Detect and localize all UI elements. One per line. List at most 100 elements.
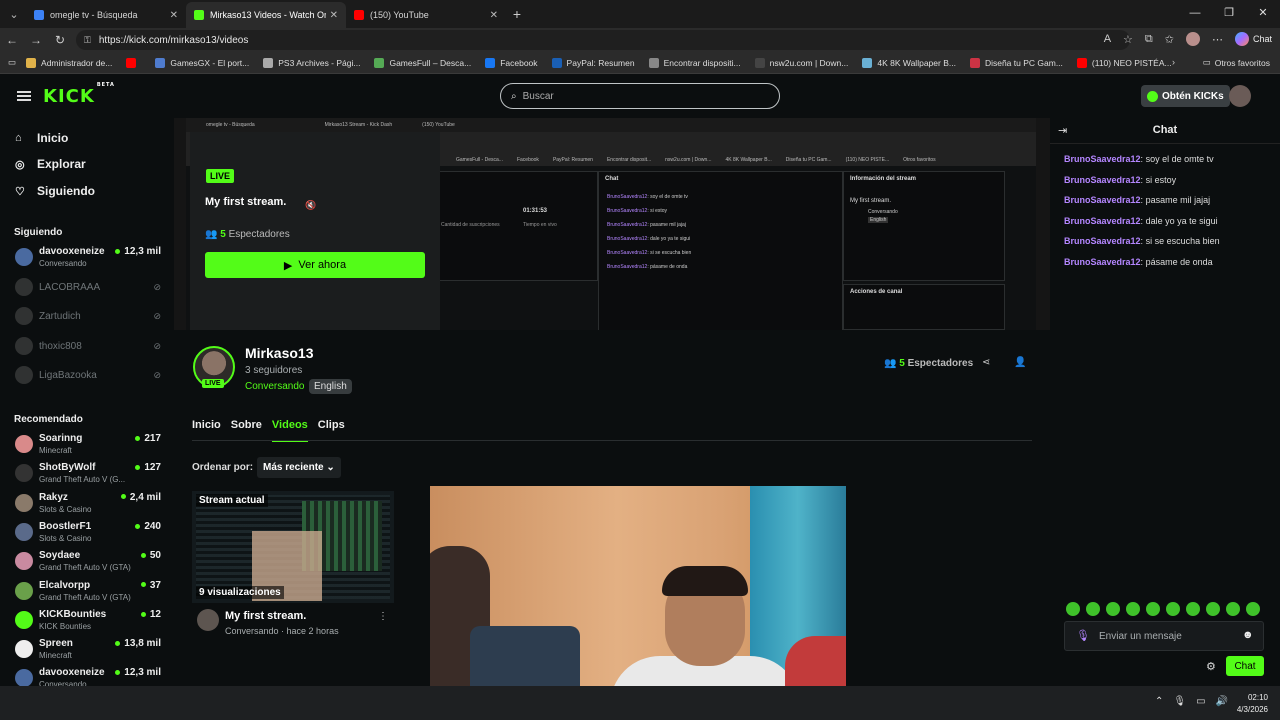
kick-logo[interactable]: KICKBETA [43, 82, 115, 107]
close-tab-icon[interactable]: ✕ [170, 10, 178, 21]
channel-language-tag[interactable]: English [309, 379, 352, 394]
url-input[interactable]: ⚿ https://kick.com/mirkaso13/videos [76, 30, 1130, 50]
chat-username[interactable]: BrunoSaavedra12 [1064, 154, 1141, 164]
emote-icon[interactable] [1206, 602, 1220, 616]
emoji-icon[interactable]: ☻ [1242, 629, 1254, 641]
copilot-button[interactable]: Chat [1234, 32, 1272, 46]
sidebar-channel[interactable]: davooxeneize Conversando 12,3 mil [15, 667, 165, 686]
emote-icon[interactable] [1146, 602, 1160, 616]
bookmark-item[interactable]: Diseña tu PC Gam... [969, 57, 1063, 68]
microphone-icon[interactable]: 🎙 [1076, 629, 1090, 642]
get-kicks-button[interactable]: Obtén KICKs [1141, 85, 1230, 107]
network-icon[interactable]: ▭ [1196, 696, 1205, 707]
more-options-icon[interactable]: ⋯ [1212, 33, 1223, 46]
sidebar-channel[interactable]: LACOBRAAA ⊘ [15, 276, 165, 304]
sidebar-channel[interactable]: Elcalvorpp Grand Theft Auto V (GTA) 37 [15, 580, 165, 608]
stream-player[interactable]: omegle tv - Búsqueda Mirkaso13 Stream - … [174, 118, 1050, 330]
emote-icon[interactable] [1246, 602, 1260, 616]
sidebar-channel[interactable]: davooxeneize Conversando 12,3 mil [15, 246, 165, 274]
sidebar-channel[interactable]: BoostlerF1 Slots & Casino 240 [15, 521, 165, 549]
video-title[interactable]: My first stream. [225, 610, 306, 622]
more-vertical-icon[interactable]: ⋮ [378, 611, 388, 622]
tab-clips[interactable]: Clips [318, 419, 345, 442]
clock[interactable]: 02:10 4/3/2026 [1228, 692, 1268, 716]
muted-icon[interactable]: 🔇 [305, 200, 316, 211]
emote-icon[interactable] [1086, 602, 1100, 616]
tab-videos[interactable]: Videos [271, 419, 308, 442]
bookmark-item[interactable]: (110) NEO PISTÉA... [1076, 57, 1172, 68]
sidebar-channel[interactable]: Spreen Minecraft 13,8 mil [15, 638, 165, 666]
sidebar-channel[interactable]: thoxic808 ⊘ [15, 335, 165, 363]
sidebar-item-siguiendo[interactable]: ♡ Siguiendo [15, 184, 95, 198]
bookmark-item[interactable] [126, 57, 141, 68]
chevron-up-icon[interactable]: ⌃ [1155, 696, 1163, 707]
other-favorites[interactable]: ▭ Otros favoritos [1203, 57, 1270, 68]
chat-username[interactable]: BrunoSaavedra12 [1064, 257, 1141, 267]
browser-tab[interactable]: (150) YouTube ✕ [346, 2, 506, 28]
bookmark-item[interactable]: Facebook [485, 57, 538, 68]
emote-icon[interactable] [1226, 602, 1240, 616]
refresh-icon[interactable]: ↻ [48, 33, 72, 47]
microphone-tray-icon[interactable]: 🎙 [1173, 696, 1186, 707]
sidebar-channel[interactable]: Soydaee Grand Theft Auto V (GTA) 50 [15, 550, 165, 578]
bookmarks-overflow-icon[interactable]: › [1172, 57, 1175, 67]
sidebar-item-explorar[interactable]: ◎ Explorar [15, 157, 86, 171]
sidebar-channel[interactable]: LigaBazooka ⊘ [15, 364, 165, 392]
bookmark-item[interactable]: PS3 Archives - Pági... [263, 57, 360, 68]
back-icon[interactable]: ← [0, 33, 24, 47]
bookmark-item[interactable]: PayPal: Resumen [551, 57, 635, 68]
bookmark-item[interactable]: nsw2u.com | Down... [754, 57, 848, 68]
browser-tab[interactable]: omegle tv - Búsqueda ✕ [26, 2, 186, 28]
emote-icon[interactable] [1186, 602, 1200, 616]
chat-username[interactable]: BrunoSaavedra12 [1064, 236, 1141, 246]
sidebar-channel[interactable]: Soarinng Minecraft 217 [15, 433, 165, 461]
read-aloud-icon[interactable]: A [1104, 33, 1111, 45]
chat-username[interactable]: BrunoSaavedra12 [1064, 195, 1141, 205]
close-window-icon[interactable]: ✕ [1246, 0, 1280, 28]
bookmark-item[interactable]: GamesFull – Desca... [374, 57, 471, 68]
watch-now-button[interactable]: ▶ Ver ahora [205, 252, 425, 278]
tab-sobre[interactable]: Sobre [231, 419, 262, 442]
emote-icon[interactable] [1126, 602, 1140, 616]
tab-inicio[interactable]: Inicio [192, 419, 221, 442]
chat-username[interactable]: BrunoSaavedra12 [1064, 175, 1141, 185]
site-info-icon[interactable]: ⚿ [84, 35, 91, 46]
channel-category[interactable]: Conversando [245, 381, 304, 392]
sidebar-channel[interactable]: Rakyz Slots & Casino 2,4 mil [15, 492, 165, 520]
sidebar-channel[interactable]: KICKBounties KICK Bounties 12 [15, 609, 165, 637]
bookmark-item[interactable]: Administrador de... [26, 57, 112, 68]
new-tab-button[interactable]: + [506, 6, 528, 22]
sidebar-channel[interactable]: ShotByWolf Grand Theft Auto V (G... 127 [15, 462, 165, 490]
tab-actions-icon[interactable]: ⌄ [2, 3, 26, 25]
bookmark-item[interactable]: GamesGX - El port... [155, 57, 249, 68]
emote-icon[interactable] [1066, 602, 1080, 616]
favorites-list-icon[interactable]: ✩ [1165, 33, 1174, 46]
send-chat-button[interactable]: Chat [1226, 656, 1264, 676]
forward-icon[interactable]: → [24, 33, 48, 47]
emote-icon[interactable] [1106, 602, 1120, 616]
extensions-icon[interactable]: ⧉ [1145, 33, 1153, 46]
share-icon[interactable]: ⋖ [982, 357, 990, 368]
maximize-icon[interactable]: ❐ [1212, 0, 1246, 28]
favorite-star-icon[interactable]: ☆ [1123, 33, 1133, 46]
chat-username[interactable]: BrunoSaavedra12 [1064, 216, 1141, 226]
emote-icon[interactable] [1166, 602, 1180, 616]
gear-icon[interactable]: ⚙ [1206, 660, 1216, 673]
volume-icon[interactable]: 🔊 [1216, 696, 1228, 707]
menu-icon[interactable] [17, 91, 31, 101]
bookmark-item[interactable]: 4K 8K Wallpaper B... [862, 57, 956, 68]
minimize-icon[interactable]: — [1178, 0, 1212, 28]
close-tab-icon[interactable]: ✕ [330, 10, 338, 21]
search-input[interactable]: ⌕ Buscar [500, 83, 780, 109]
profile-avatar[interactable] [1185, 32, 1200, 46]
browser-tab[interactable]: Mirkaso13 Videos - Watch On-Dem ✕ [186, 2, 346, 28]
bookmark-item[interactable]: Encontrar dispositi... [648, 57, 741, 68]
order-by-dropdown[interactable]: Más reciente ⌄ [257, 457, 341, 478]
follow-user-icon[interactable]: 👤 [1014, 357, 1026, 368]
bookmarks-manager-icon[interactable]: ▭ [8, 57, 16, 68]
user-avatar[interactable] [1229, 85, 1251, 107]
sidebar-channel[interactable]: Zartudich ⊘ [15, 305, 165, 333]
video-channel-avatar[interactable] [197, 609, 219, 631]
chat-message-input[interactable]: Enviar un mensaje [1064, 621, 1264, 651]
close-tab-icon[interactable]: ✕ [490, 10, 498, 21]
